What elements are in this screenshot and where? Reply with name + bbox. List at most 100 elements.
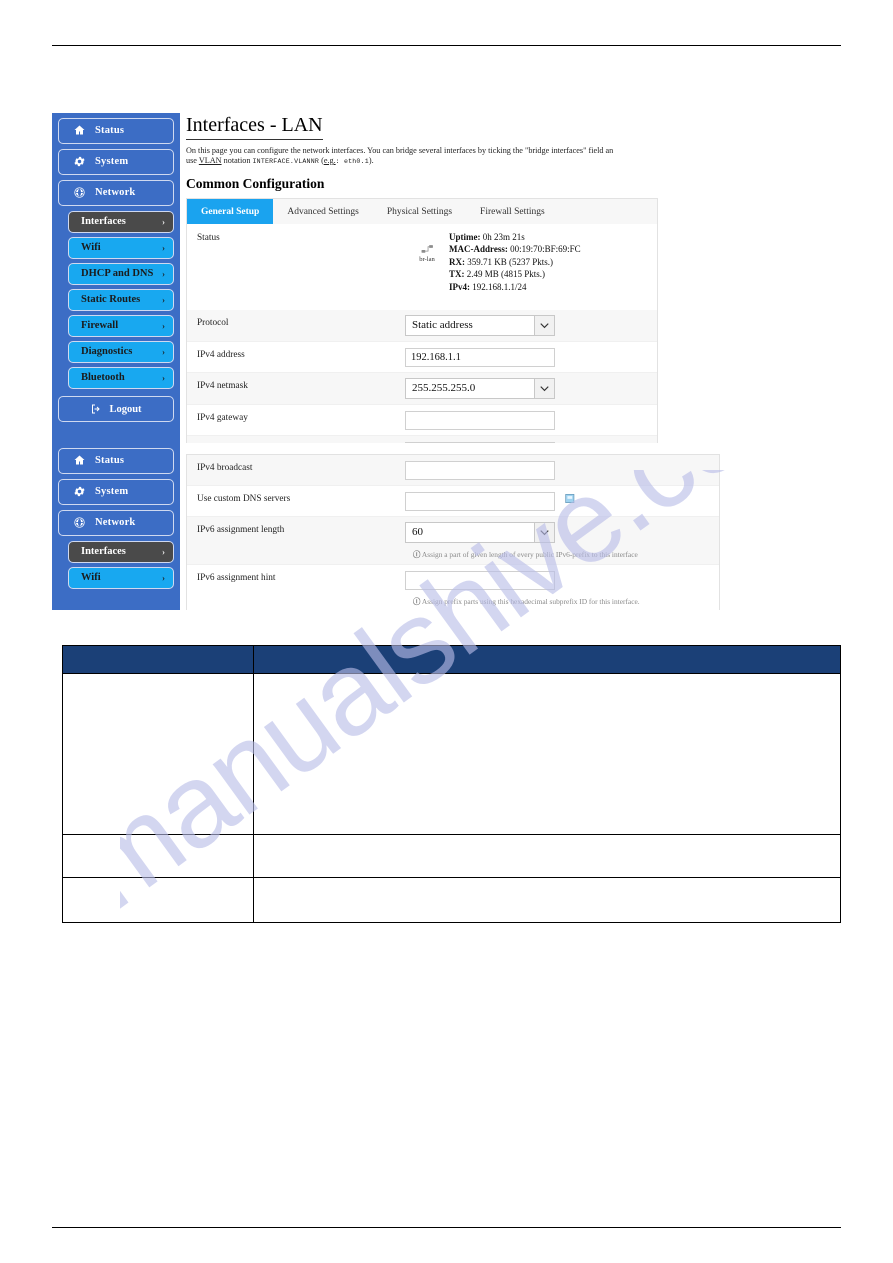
ipv6-length-select[interactable]: 60 bbox=[405, 522, 555, 543]
table-header-cell-1 bbox=[62, 645, 254, 674]
ipv6-length-label: IPv6 assignment length bbox=[197, 525, 285, 535]
sidebar-item-status[interactable]: Status bbox=[58, 118, 174, 144]
description-eg-close: ). bbox=[368, 156, 374, 165]
page-footer-rule bbox=[52, 1227, 841, 1228]
field-row-protocol: Protocol Static address bbox=[187, 310, 657, 342]
chevron-down-icon bbox=[534, 316, 554, 335]
add-icon[interactable] bbox=[565, 493, 576, 504]
hint-text: Assign a part of given length of every p… bbox=[421, 550, 638, 559]
status-key: Uptime: bbox=[449, 232, 481, 242]
status-value: 359.71 KB (5237 Pkts.) bbox=[465, 256, 554, 267]
ipv6-length-value: 60 bbox=[412, 526, 423, 538]
ipv6-length-hint: ⓘ Assign a part of given length of every… bbox=[187, 548, 719, 564]
status-line: RX: 359.71 KB (5237 Pkts.) bbox=[449, 256, 581, 268]
page-header-rule bbox=[52, 45, 841, 46]
sidebar-item-firewall[interactable]: Firewall › bbox=[68, 315, 174, 337]
ipv4-netmask-value: 255.255.255.0 bbox=[412, 382, 476, 394]
sidebar-item-system[interactable]: System bbox=[58, 479, 174, 505]
protocol-select[interactable]: Static address bbox=[405, 315, 555, 336]
tab-firewall-settings[interactable]: Firewall Settings bbox=[466, 199, 559, 224]
table-row bbox=[62, 877, 841, 923]
tab-bar: General Setup Advanced Settings Physical… bbox=[186, 198, 658, 224]
protocol-value: Static address bbox=[412, 319, 473, 331]
sidebar-item-interfaces[interactable]: Interfaces › bbox=[68, 211, 174, 233]
home-icon bbox=[73, 124, 89, 138]
chevron-right-icon: › bbox=[162, 243, 165, 253]
protocol-label: Protocol bbox=[197, 318, 229, 328]
chevron-right-icon: › bbox=[162, 321, 165, 331]
section-heading: Common Configuration bbox=[186, 176, 325, 191]
description-mono-example: : eth0.1 bbox=[335, 158, 369, 165]
ipv4-broadcast-input[interactable] bbox=[405, 461, 555, 480]
screenshot-lower: Status System Network Interfaces › Wifi bbox=[52, 443, 746, 610]
form-panel-lower: IPv4 broadcast Use custom DNS servers IP… bbox=[186, 454, 720, 610]
sidebar-subitem-label: Wifi bbox=[81, 242, 101, 253]
sidebar-item-network[interactable]: Network bbox=[58, 510, 174, 536]
field-row-ipv6-hint: IPv6 assignment hint ⓘ Assign prefix par… bbox=[187, 565, 719, 610]
status-key: TX: bbox=[449, 269, 465, 280]
sidebar-item-bluetooth[interactable]: Bluetooth › bbox=[68, 367, 174, 389]
sidebar-item-network[interactable]: Network bbox=[58, 180, 174, 206]
sidebar-item-wifi[interactable]: Wifi › bbox=[68, 567, 174, 589]
luci-content: Interfaces - LAN On this page you can co… bbox=[186, 113, 684, 445]
sidebar-item-dhcp-and-dns[interactable]: DHCP and DNS › bbox=[68, 263, 174, 285]
status-value: 00:19:70:BF:69:FC bbox=[507, 244, 581, 255]
vlan-link[interactable]: VLAN bbox=[199, 156, 222, 165]
sidebar-item-static-routes[interactable]: Static Routes › bbox=[68, 289, 174, 311]
status-value: 0h 23m 21s bbox=[480, 232, 525, 242]
tab-general-setup[interactable]: General Setup bbox=[187, 199, 274, 224]
sidebar-item-label: System bbox=[95, 486, 129, 497]
custom-dns-input[interactable] bbox=[405, 492, 555, 511]
ipv4-gateway-input[interactable] bbox=[405, 411, 555, 430]
ipv4-netmask-select[interactable]: 255.255.255.0 bbox=[405, 378, 555, 399]
sidebar-subitem-label: DHCP and DNS bbox=[81, 268, 154, 279]
status-line: MAC-Address: 00:19:70:BF:69:FC bbox=[449, 243, 581, 255]
sidebar-item-label: Network bbox=[95, 517, 136, 528]
ipv6-hint-label: IPv6 assignment hint bbox=[197, 573, 276, 583]
ipv4-netmask-label: IPv4 netmask bbox=[197, 381, 248, 391]
field-row-ipv4-netmask: IPv4 netmask 255.255.255.0 bbox=[187, 373, 657, 405]
status-value: 192.168.1.1/24 bbox=[470, 281, 527, 292]
ipv6-hint-input[interactable] bbox=[405, 571, 555, 590]
field-row-ipv4-broadcast: IPv4 broadcast bbox=[187, 455, 719, 486]
table-cell bbox=[62, 877, 254, 923]
home-icon bbox=[73, 454, 89, 468]
table-header-cell-2 bbox=[253, 645, 841, 674]
sidebar-item-diagnostics[interactable]: Diagnostics › bbox=[68, 341, 174, 363]
chevron-right-icon: › bbox=[162, 573, 165, 583]
ipv4-gateway-label: IPv4 gateway bbox=[197, 413, 248, 423]
sidebar-item-status[interactable]: Status bbox=[58, 448, 174, 474]
status-value: 2.49 MB (4815 Pkts.) bbox=[464, 269, 546, 280]
tab-physical-settings[interactable]: Physical Settings bbox=[373, 199, 466, 224]
ethernet-icon bbox=[405, 244, 449, 255]
status-row: Status br-lan Uptime: 0h 23m 21s MAC-Add… bbox=[187, 224, 657, 310]
tab-advanced-settings[interactable]: Advanced Settings bbox=[273, 199, 373, 224]
description-mid: notation bbox=[221, 156, 253, 165]
ipv4-address-input[interactable] bbox=[405, 348, 555, 367]
chevron-right-icon: › bbox=[162, 217, 165, 227]
interface-name: br-lan bbox=[419, 256, 435, 263]
sidebar-subitem-label: Static Routes bbox=[81, 294, 141, 305]
field-row-custom-dns: Use custom DNS servers bbox=[187, 486, 719, 517]
logout-button[interactable]: Logout bbox=[58, 396, 174, 422]
sidebar-item-system[interactable]: System bbox=[58, 149, 174, 175]
page-title: Interfaces - LAN bbox=[186, 113, 323, 140]
interface-badge: br-lan bbox=[405, 224, 449, 310]
sidebar-item-label: Status bbox=[95, 455, 125, 466]
sidebar-item-interfaces[interactable]: Interfaces › bbox=[68, 541, 174, 563]
document-page: Status System Network Interfaces › Wifi bbox=[0, 0, 893, 1263]
sidebar-item-label: System bbox=[95, 156, 129, 167]
screenshot-upper: Status System Network Interfaces › Wifi bbox=[52, 113, 684, 445]
chevron-down-icon bbox=[534, 523, 554, 542]
hint-text: Assign prefix parts using this hexadecim… bbox=[421, 597, 640, 606]
field-row-ipv4-gateway: IPv4 gateway bbox=[187, 405, 657, 436]
eg-link[interactable]: e.g. bbox=[324, 156, 336, 165]
logout-icon bbox=[90, 403, 102, 415]
luci-sidebar-lower: Status System Network Interfaces › Wifi bbox=[52, 443, 180, 610]
form-panel: Status br-lan Uptime: 0h 23m 21s MAC-Add… bbox=[186, 224, 658, 445]
status-key: MAC-Address: bbox=[449, 244, 508, 255]
luci-sidebar: Status System Network Interfaces › Wifi bbox=[52, 113, 180, 445]
globe-icon bbox=[73, 186, 89, 200]
sidebar-item-wifi[interactable]: Wifi › bbox=[68, 237, 174, 259]
chevron-right-icon: › bbox=[162, 269, 165, 279]
